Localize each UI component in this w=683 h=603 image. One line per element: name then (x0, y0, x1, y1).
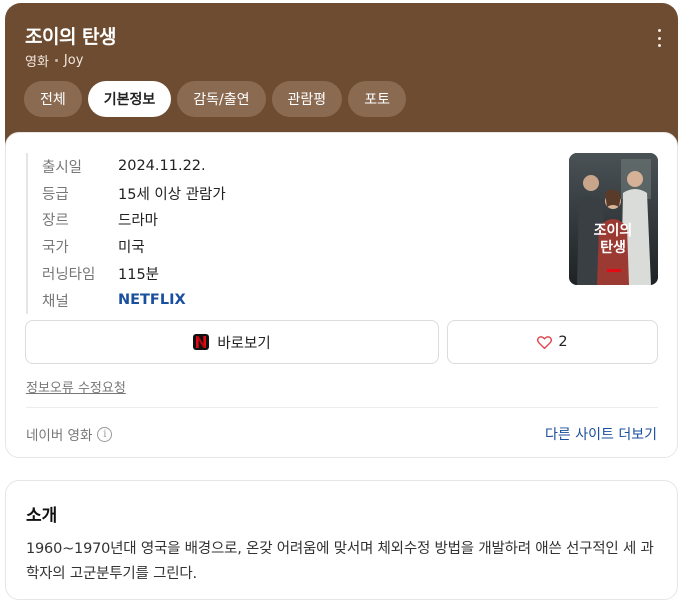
basic-info-card: 출시일 2024.11.22. 등급 15세 이상 관람가 장르 드라마 국가 … (5, 132, 678, 458)
info-row-genre: 장르 드라마 (42, 207, 226, 234)
intro-title: 소개 (26, 506, 58, 526)
runtime-value: 115분 (118, 267, 160, 284)
source-label: 네이버 영화 (26, 428, 93, 444)
tab-all[interactable]: 전체 (24, 81, 82, 117)
runtime-label: 러닝타임 (42, 267, 96, 284)
report-error-link[interactable]: 정보오류 수정요청 (26, 377, 126, 396)
channel-label: 채널 (42, 293, 69, 310)
intro-card: 소개 1960~1970년대 영국을 배경으로, 온갖 어려움에 맞서며 체외수… (5, 480, 678, 600)
info-row-channel: 채널 NETFLIX (42, 287, 226, 314)
english-title: Joy (63, 53, 84, 68)
release-value: 2024.11.22. (118, 158, 206, 175)
tab-reviews[interactable]: 관람평 (271, 81, 343, 117)
poster-title-line1: 조이의 (594, 222, 633, 239)
intro-body: 1960~1970년대 영국을 배경으로, 온갖 어려움에 맞서며 체외수정 방… (26, 541, 654, 582)
info-row-country: 국가 미국 (42, 233, 226, 260)
more-options-icon[interactable] (654, 29, 664, 47)
country-label: 국가 (42, 240, 69, 257)
tab-bar: 전체 기본정보 감독/출연 관람평 포토 (24, 81, 406, 117)
info-row-runtime: 러닝타임 115분 (42, 260, 226, 287)
country-value: 미국 (118, 240, 145, 257)
tab-basic-info[interactable]: 기본정보 (87, 81, 172, 117)
watch-now-label: 바로보기 (217, 335, 271, 352)
release-label: 출시일 (42, 159, 83, 176)
info-row-release: 출시일 2024.11.22. (42, 153, 226, 180)
poster-image: 조이의 탄생 (569, 153, 658, 285)
poster-title-line2: 탄생 (600, 239, 626, 256)
rating-value: 15세 이상 관람가 (118, 186, 226, 203)
info-row-rating: 등급 15세 이상 관람가 (42, 180, 226, 207)
rating-label: 등급 (42, 186, 69, 203)
like-button[interactable]: 2 (447, 320, 658, 364)
genre-value: 드라마 (118, 213, 159, 230)
separator-dot (54, 59, 58, 62)
genre-label: 장르 (42, 213, 69, 230)
source-label-group: 네이버 영화 i (26, 424, 113, 444)
movie-subtitle: 영화 Joy (25, 51, 83, 70)
other-sites-link[interactable]: 다른 사이트 더보기 (545, 424, 657, 444)
page-title[interactable]: 조이의 탄생 (25, 22, 117, 49)
info-icon[interactable]: i (97, 426, 113, 442)
tab-director-cast[interactable]: 감독/출연 (177, 81, 266, 117)
info-list: 출시일 2024.11.22. 등급 15세 이상 관람가 장르 드라마 국가 … (26, 153, 226, 314)
tab-photos[interactable]: 포토 (348, 81, 406, 117)
movie-poster[interactable]: 조이의 탄생 (569, 153, 658, 285)
netflix-icon (193, 334, 210, 350)
like-count: 2 (558, 334, 568, 350)
movie-header: 조이의 탄생 영화 Joy 전체 기본정보 감독/출연 관람평 포토 (5, 3, 678, 153)
category-label: 영화 (25, 55, 49, 70)
heart-icon (537, 335, 553, 349)
channel-link[interactable]: NETFLIX (118, 292, 186, 308)
divider (26, 407, 658, 408)
watch-now-button[interactable]: 바로보기 (25, 320, 439, 364)
